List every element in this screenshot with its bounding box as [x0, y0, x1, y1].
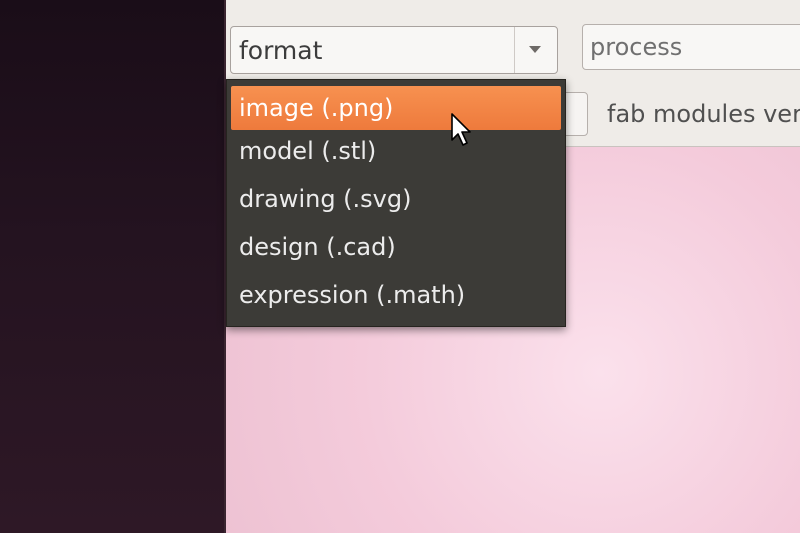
format-combo-value: format [239, 36, 323, 65]
menu-item-design-cad[interactable]: design (.cad) [227, 226, 565, 274]
menu-item-expression-math[interactable]: expression (.math) [227, 274, 565, 322]
version-label: fab modules vers [607, 100, 800, 128]
mouse-pointer-icon [451, 113, 471, 146]
desktop-left-panel [0, 0, 228, 533]
menu-item-model-stl[interactable]: model (.stl) [227, 130, 565, 178]
format-combo-arrow-button[interactable] [514, 27, 557, 73]
process-field-value: process [590, 33, 683, 61]
format-dropdown-menu: image (.png) model (.stl) drawing (.svg)… [226, 79, 566, 327]
chevron-down-icon [529, 46, 541, 53]
screen: format process fab modules vers image (.… [0, 0, 800, 533]
menu-item-image-png[interactable]: image (.png) [231, 86, 561, 130]
menu-item-drawing-svg[interactable]: drawing (.svg) [227, 178, 565, 226]
process-field[interactable]: process [582, 24, 800, 70]
format-combo[interactable]: format [230, 26, 558, 74]
